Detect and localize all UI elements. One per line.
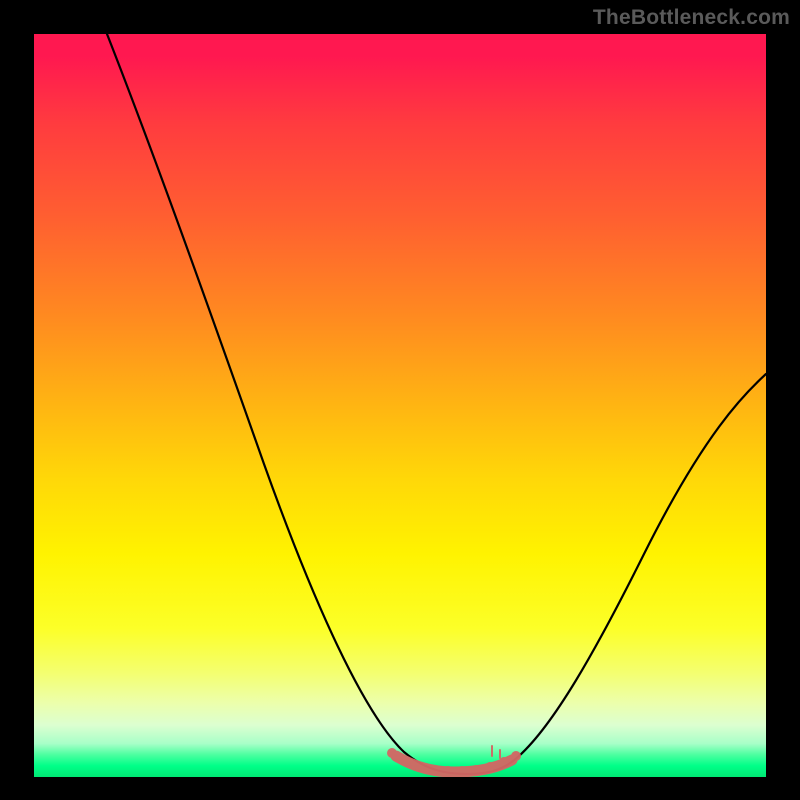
plot-area (34, 34, 766, 777)
curve-layer (34, 34, 766, 777)
chart-frame: TheBottleneck.com (0, 0, 800, 800)
bottleneck-curve (107, 34, 766, 774)
watermark-text: TheBottleneck.com (593, 6, 790, 30)
bottom-fuzzy-band (387, 746, 521, 776)
